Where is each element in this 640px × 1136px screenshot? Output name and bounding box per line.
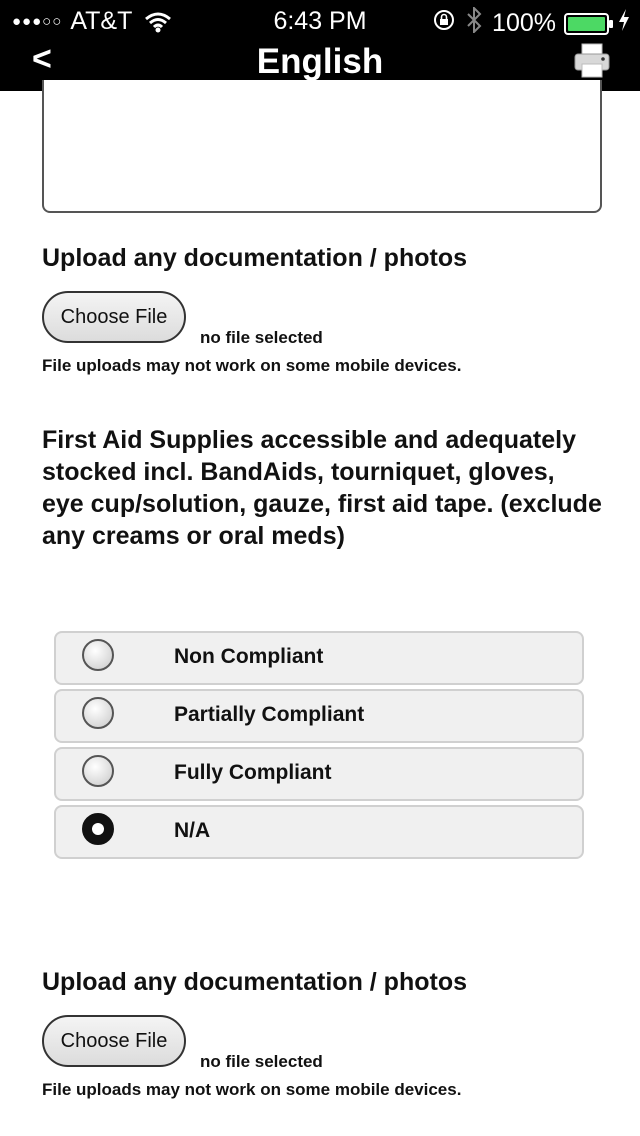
top-bar: ●●●○○ AT&T 6:43 PM 100% < English [0,0,640,91]
question-text: First Aid Supplies accessible and adequa… [42,426,602,550]
wifi-icon [144,11,172,33]
charging-bolt-icon [618,9,630,38]
option-non-compliant[interactable]: Non Compliant [54,631,584,685]
file-status: no file selected [200,1052,323,1071]
option-label: Fully Compliant [174,761,332,784]
file-status: no file selected [200,328,323,347]
status-right: 100% [432,5,630,40]
signal-strength-icon: ●●●○○ [12,13,63,30]
option-fully-compliant[interactable]: Fully Compliant [54,747,584,801]
page-title: English [256,42,384,81]
option-na[interactable]: N/A [54,805,584,859]
upload-label: Upload any documentation / photos [42,244,467,272]
choose-file-button[interactable]: Choose File [42,1015,186,1067]
choose-file-button[interactable]: Choose File [42,291,186,343]
back-button[interactable]: < [32,40,52,79]
status-bar: ●●●○○ AT&T 6:43 PM 100% [0,0,640,40]
option-partially-compliant[interactable]: Partially Compliant [54,689,584,743]
option-label: N/A [174,819,211,842]
notes-textarea[interactable] [42,80,602,213]
battery-icon [564,12,614,35]
orientation-lock-icon [432,8,456,39]
printer-icon [574,43,610,78]
radio-button[interactable] [82,755,114,787]
upload-label: Upload any documentation / photos [42,968,467,996]
option-label: Non Compliant [174,645,324,668]
print-button[interactable] [573,42,611,80]
radio-button[interactable] [82,697,114,729]
bluetooth-icon [466,5,482,40]
option-label: Partially Compliant [174,703,365,726]
status-left: ●●●○○ AT&T [12,7,172,36]
radio-button[interactable] [82,639,114,671]
radio-button[interactable] [82,813,114,845]
carrier-name: AT&T [70,7,133,35]
upload-note: File uploads may not work on some mobile… [42,356,462,375]
battery-percent: 100% [492,9,556,37]
upload-note: File uploads may not work on some mobile… [42,1080,462,1099]
